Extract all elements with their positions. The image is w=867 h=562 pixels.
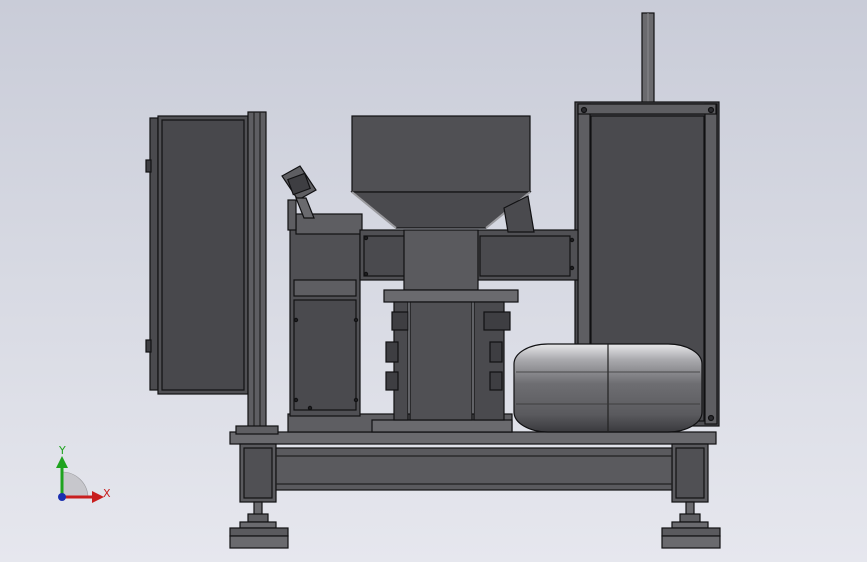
base-frame — [229, 425, 717, 503]
z-axis-origin — [58, 493, 66, 501]
hopper — [350, 115, 532, 229]
machine-drawing: Y X — [56, 12, 721, 549]
cad-viewport[interactable]: Y X — [0, 0, 867, 562]
left-post — [247, 111, 267, 431]
fuel-tank — [513, 343, 703, 433]
x-axis-label: X — [103, 487, 111, 500]
axis-triad: Y X — [56, 444, 111, 503]
triad-arc — [61, 471, 89, 498]
leveling-foot-right — [661, 501, 721, 549]
y-axis-label: Y — [58, 444, 66, 457]
leveling-foot-left — [229, 501, 289, 549]
y-axis-arrowhead — [56, 456, 68, 468]
left-control-door — [145, 115, 249, 395]
engine-left-block — [289, 227, 361, 417]
